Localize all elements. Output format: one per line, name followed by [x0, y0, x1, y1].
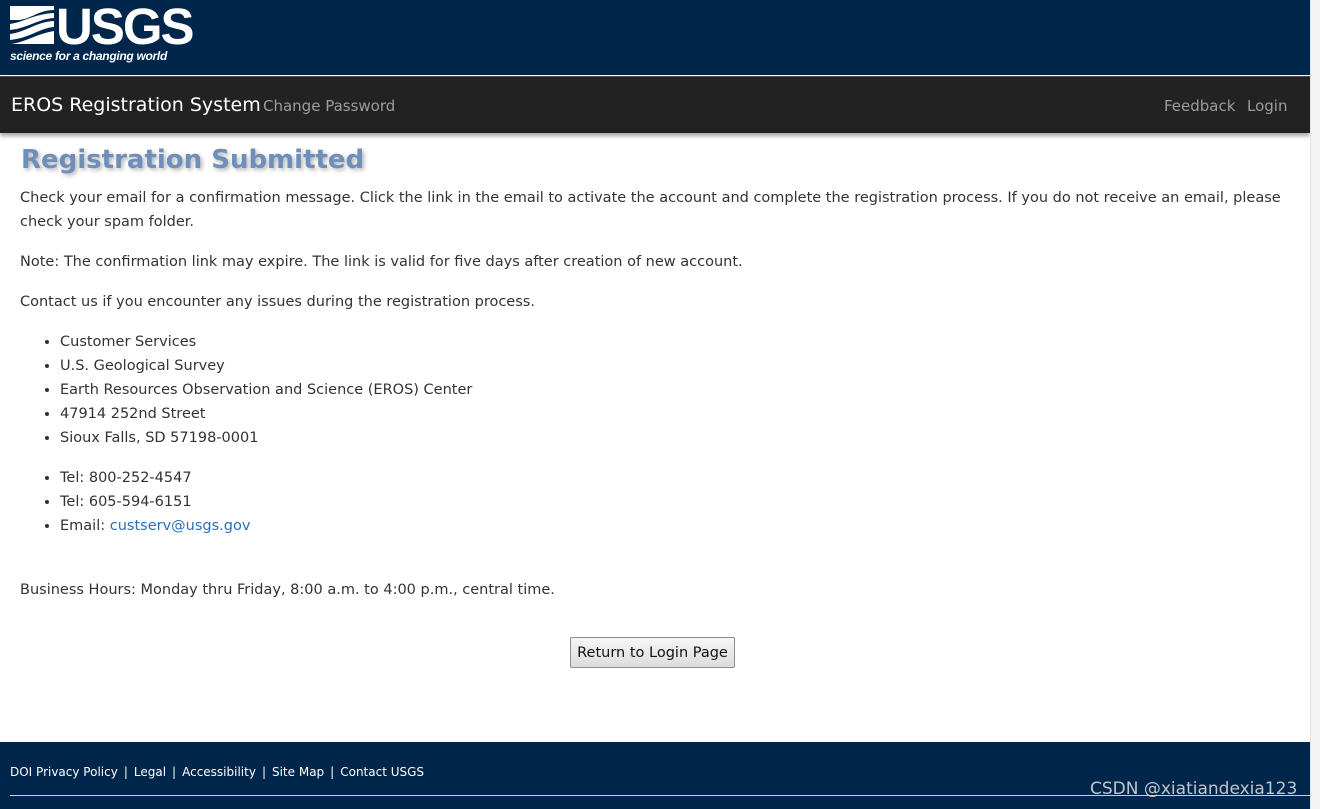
note-paragraph: Note: The confirmation link may expire. …: [20, 254, 743, 270]
list-item: Earth Resources Observation and Science …: [60, 378, 472, 402]
page: USGS science for a changing world EROS R…: [0, 0, 1310, 809]
email-item: Email: custserv@usgs.gov: [60, 514, 250, 538]
watermark: CSDN @xiatiandexia123: [1090, 779, 1298, 799]
list-item: Customer Services: [60, 330, 472, 354]
address-list: Customer Services U.S. Geological Survey…: [20, 330, 472, 450]
confirmation-paragraph: Check your email for a confirmation mess…: [20, 190, 1281, 230]
contact-paragraph: Contact us if you encounter any issues d…: [20, 294, 535, 310]
footer-link-site-map[interactable]: Site Map: [272, 765, 324, 779]
footer-links: DOI Privacy Policy | Legal | Accessibility | S…: [10, 765, 424, 779]
usgs-wave-icon: [10, 6, 54, 44]
list-item: 47914 252nd Street: [60, 402, 472, 426]
footer-link-legal[interactable]: Legal: [134, 765, 166, 779]
email-link[interactable]: custserv@usgs.gov: [110, 518, 251, 534]
footer-link-contact[interactable]: Contact USGS: [340, 765, 424, 779]
business-hours: Business Hours: Monday thru Friday, 8:00…: [20, 582, 555, 598]
footer-link-privacy[interactable]: DOI Privacy Policy: [10, 765, 118, 779]
navbar-brand[interactable]: EROS Registration System: [11, 94, 261, 116]
nav-link-change-password[interactable]: Change Password: [263, 97, 395, 115]
top-navbar: EROS Registration System Change Password…: [0, 76, 1310, 133]
logo-tagline: science for a changing world: [10, 49, 167, 63]
usgs-header: USGS science for a changing world: [0, 0, 1310, 75]
logo-wordmark: USGS: [56, 0, 195, 55]
footer-separator: |: [172, 765, 177, 779]
scrollbar[interactable]: [1310, 0, 1320, 809]
footer-separator: |: [330, 765, 335, 779]
page-title: Registration Submitted: [21, 145, 365, 175]
email-label: Email:: [60, 518, 110, 534]
nav-link-feedback[interactable]: Feedback: [1164, 97, 1235, 115]
footer-link-accessibility[interactable]: Accessibility: [182, 765, 256, 779]
usgs-logo[interactable]: USGS science for a changing world: [10, 0, 195, 68]
return-to-login-button[interactable]: Return to Login Page: [570, 637, 735, 668]
list-item: Sioux Falls, SD 57198-0001: [60, 426, 472, 450]
phone-item: Tel: 800-252-4547: [60, 466, 250, 490]
phone-item: Tel: 605-594-6151: [60, 490, 250, 514]
contact-list: Tel: 800-252-4547 Tel: 605-594-6151 Emai…: [20, 466, 250, 538]
list-item: U.S. Geological Survey: [60, 354, 472, 378]
footer-separator: |: [123, 765, 128, 779]
nav-link-login[interactable]: Login: [1247, 97, 1287, 115]
footer-separator: |: [261, 765, 266, 779]
